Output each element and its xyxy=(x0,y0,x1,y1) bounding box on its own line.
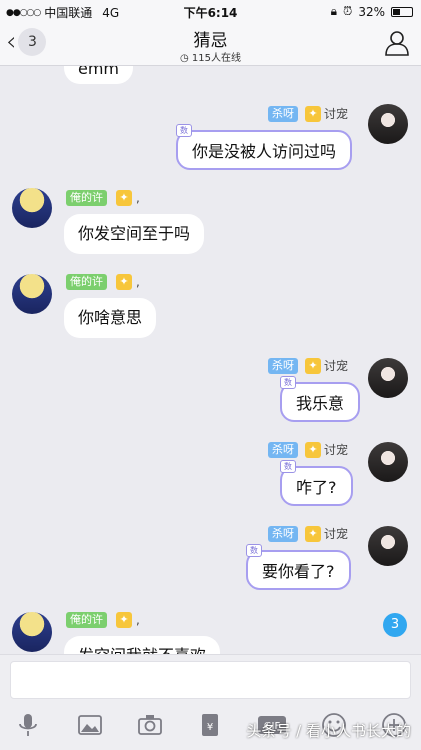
avatar[interactable] xyxy=(12,612,52,652)
message-bubble[interactable]: 数 咋了? xyxy=(280,460,353,506)
member-tag: 俺的许 xyxy=(66,190,107,206)
avatar[interactable] xyxy=(12,188,52,228)
star-level-icon: ✦ xyxy=(305,106,321,122)
sender-name: , xyxy=(136,613,140,627)
sender-name: 讨宠 xyxy=(324,107,349,121)
red-packet-icon[interactable]: ¥ xyxy=(196,711,224,739)
rotation-lock-icon: 🔒︎ xyxy=(330,4,337,18)
message-input[interactable] xyxy=(10,661,411,699)
message-bubble[interactable]: 数 我乐意 xyxy=(280,376,361,422)
member-tag: 杀呀 xyxy=(268,442,298,458)
status-bar: ●●○○○ 中国联通 4G 下午6:14 🔒︎ ⏰︎ 32% xyxy=(0,0,421,22)
number-badge: 数 xyxy=(246,544,262,557)
page-title: 猜忌 xyxy=(193,31,228,51)
mic-icon[interactable] xyxy=(14,711,42,739)
avatar[interactable] xyxy=(368,104,408,144)
online-count: 115人在线 xyxy=(191,53,241,64)
status-icons: 🔒︎ ⏰︎ 32% xyxy=(331,4,413,19)
message-bubble[interactable]: 你啥意思 xyxy=(64,298,157,338)
avatar[interactable] xyxy=(12,274,52,314)
svg-text:¥: ¥ xyxy=(207,722,213,733)
member-tag: 俺的许 xyxy=(66,274,107,290)
member-tag: 杀呀 xyxy=(268,358,298,374)
star-level-icon: ✦ xyxy=(116,190,132,206)
member-tag: 杀呀 xyxy=(268,106,298,122)
battery-percent: 32% xyxy=(358,4,385,19)
new-messages-badge[interactable]: 3 xyxy=(383,613,407,637)
online-clock-icon: ◷ xyxy=(179,53,189,64)
sender-name: , xyxy=(136,191,140,205)
message-list[interactable]: emm 杀呀 ✦ 讨宠 数 你是没被人访问过吗 俺的许 ✦ , 你发空间至于吗 … xyxy=(0,66,421,654)
star-level-icon: ✦ xyxy=(305,526,321,542)
avatar[interactable] xyxy=(368,526,408,566)
number-badge: 数 xyxy=(280,376,296,389)
chat-header: ‹ 3 猜忌 ◷ 115人在线 xyxy=(0,22,421,66)
camera-icon[interactable] xyxy=(136,711,164,739)
star-level-icon: ✦ xyxy=(305,358,321,374)
watermark-text: 头条号 / 看小人书长大的 xyxy=(246,722,411,740)
message-bubble[interactable]: 数 你是没被人访问过吗 xyxy=(176,124,353,170)
member-tag: 杀呀 xyxy=(268,526,298,542)
star-level-icon: ✦ xyxy=(305,442,321,458)
avatar[interactable] xyxy=(368,442,408,482)
battery-icon xyxy=(391,6,413,17)
online-status: ◷ 115人在线 xyxy=(0,49,421,64)
group-members-icon[interactable] xyxy=(383,29,411,57)
sender-name: 讨宠 xyxy=(324,443,349,457)
message-bubble[interactable]: 你发空间至于吗 xyxy=(64,214,205,254)
star-level-icon: ✦ xyxy=(116,612,132,628)
sender-name: 讨宠 xyxy=(324,359,349,373)
avatar[interactable] xyxy=(368,358,408,398)
sender-name: , xyxy=(136,275,140,289)
member-tag: 俺的许 xyxy=(66,612,107,628)
sender-name: 讨宠 xyxy=(324,527,349,541)
number-badge: 数 xyxy=(176,124,192,137)
alarm-icon: ⏰︎ xyxy=(342,4,353,18)
message-bubble[interactable]: emm xyxy=(64,66,134,84)
message-bubble[interactable]: 数 要你看了? xyxy=(246,544,351,590)
image-icon[interactable] xyxy=(76,711,104,739)
number-badge: 数 xyxy=(280,460,296,473)
message-bubble[interactable]: 发空间我就不喜欢 xyxy=(64,636,221,654)
star-level-icon: ✦ xyxy=(116,274,132,290)
